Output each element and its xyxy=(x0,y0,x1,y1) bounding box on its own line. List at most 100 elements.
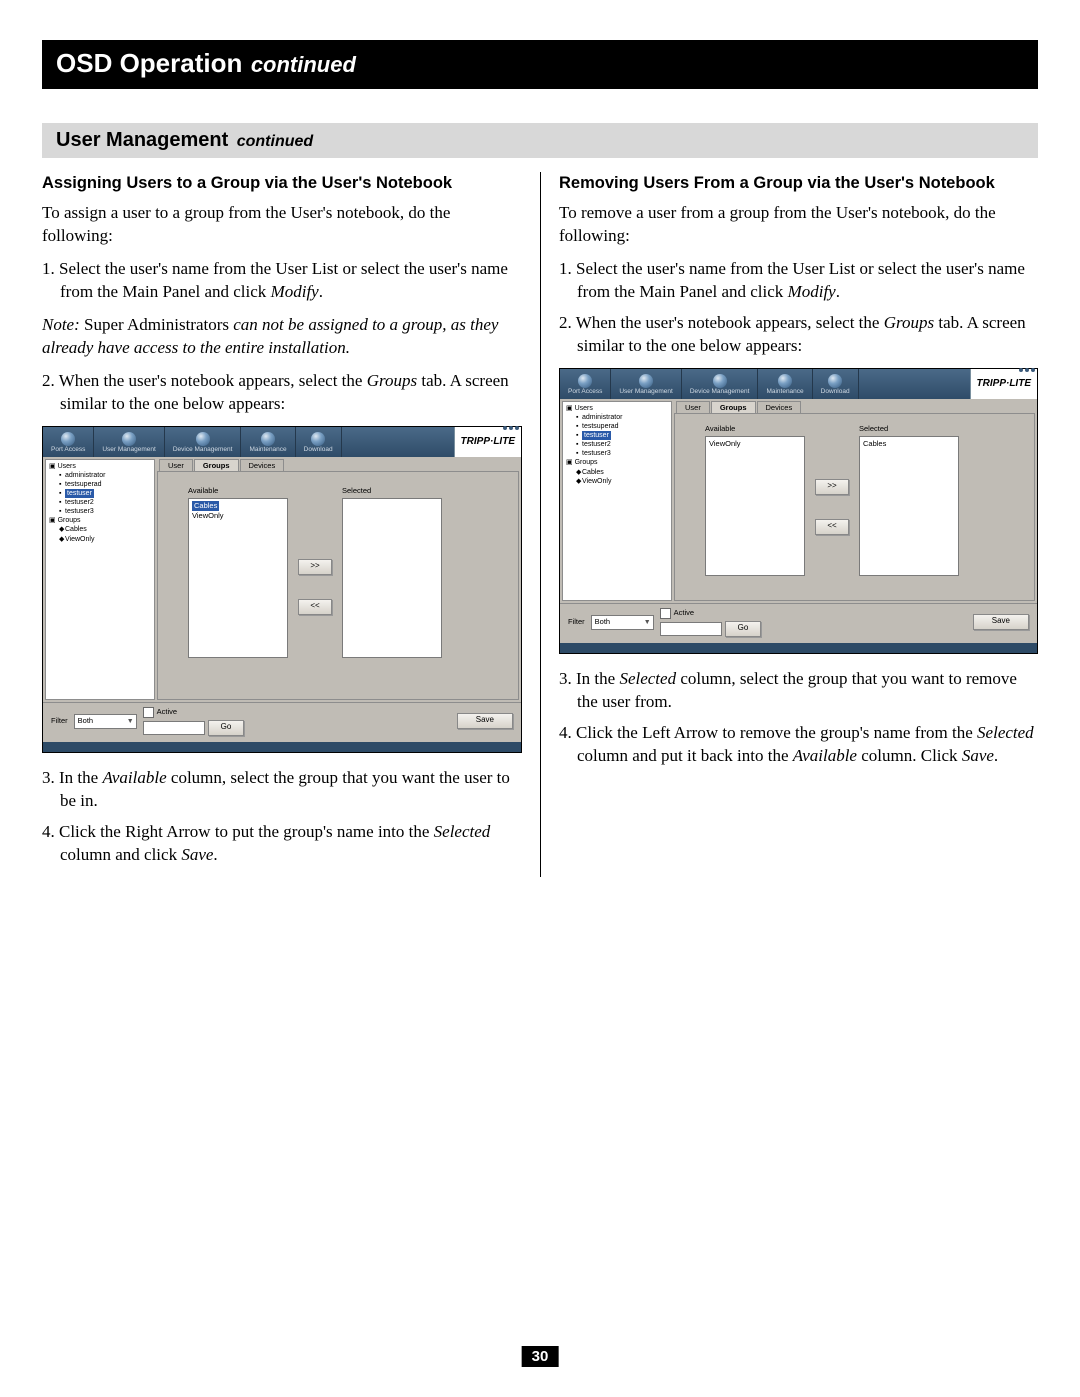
main-header-title: OSD Operation xyxy=(56,48,242,78)
left-section-heading: Assigning Users to a Group via the User'… xyxy=(42,172,522,194)
right-step-3: 3. In the Selected column, select the gr… xyxy=(559,668,1038,714)
tree-group-item[interactable]: ◆ViewOnly xyxy=(49,535,151,544)
available-label: Available xyxy=(705,424,805,434)
page-number: 30 xyxy=(522,1346,559,1367)
screenshot-assign: Port Access User Management Device Manag… xyxy=(42,426,522,753)
orb-icon xyxy=(639,374,653,388)
tree-user-item[interactable]: ▪administrator xyxy=(566,413,668,422)
ss-tree[interactable]: ▣ Users ▪administrator ▪testsuperad ▪tes… xyxy=(562,401,672,601)
move-right-button[interactable]: >> xyxy=(298,559,332,575)
ss-tree[interactable]: ▣ Users ▪administrator ▪testsuperad ▪tes… xyxy=(45,459,155,700)
move-right-button[interactable]: >> xyxy=(815,479,849,495)
save-button[interactable]: Save xyxy=(973,614,1029,630)
ss-filter-bar: Filter Both▼ Active Go S xyxy=(560,603,1037,643)
nav-tab-device-management[interactable]: Device Management xyxy=(165,427,242,457)
document-page: OSD Operation continued User Management … xyxy=(0,0,1080,1397)
tree-user-item[interactable]: ▪testsuperad xyxy=(49,480,151,489)
tree-user-item[interactable]: ▪testuser2 xyxy=(566,440,668,449)
tree-user-item[interactable]: ▪testuser2 xyxy=(49,498,151,507)
arrow-buttons: >> << xyxy=(298,559,332,615)
left-step-3: 3. In the Available column, select the g… xyxy=(42,767,522,813)
left-step-2: 2. When the user's notebook appears, sel… xyxy=(42,370,522,416)
tree-user-item[interactable]: ▪testuser3 xyxy=(49,507,151,516)
ss-filter-bar: Filter Both▼ Active Go S xyxy=(43,702,521,742)
ss-main: User Groups Devices Available ViewOnly xyxy=(674,401,1035,601)
available-listbox[interactable]: Cables ViewOnly xyxy=(188,498,288,658)
tree-groups-root[interactable]: ▣ Groups xyxy=(566,458,668,467)
brand-logo: TRIPP·LITE xyxy=(454,427,521,457)
active-checkbox[interactable] xyxy=(143,707,154,718)
selected-column: Selected xyxy=(342,486,442,658)
nav-tab-port-access[interactable]: Port Access xyxy=(43,427,94,457)
list-item: Cables xyxy=(863,439,955,449)
left-step-4: 4. Click the Right Arrow to put the grou… xyxy=(42,821,522,867)
go-button[interactable]: Go xyxy=(725,621,762,637)
save-button[interactable]: Save xyxy=(457,713,513,729)
orb-icon xyxy=(578,374,592,388)
nav-tab-maintenance[interactable]: Maintenance xyxy=(758,369,812,399)
left-ordered-list-2: 2. When the user's notebook appears, sel… xyxy=(42,370,522,416)
nav-tab-port-access[interactable]: Port Access xyxy=(560,369,611,399)
main-header: OSD Operation continued xyxy=(42,40,1038,89)
arrow-buttons: >> << xyxy=(815,479,849,535)
filter-text-input[interactable] xyxy=(143,721,205,735)
active-label: Active xyxy=(674,608,694,618)
move-left-button[interactable]: << xyxy=(815,519,849,535)
right-step-2: 2. When the user's notebook appears, sel… xyxy=(559,312,1038,358)
two-column-layout: Assigning Users to a Group via the User'… xyxy=(42,172,1038,877)
tree-user-item-selected[interactable]: ▪testuser xyxy=(49,489,151,498)
selected-listbox[interactable]: Cables xyxy=(859,436,959,576)
filter-label: Filter xyxy=(51,716,68,726)
list-item: ViewOnly xyxy=(709,439,801,449)
right-step-1: 1. Select the user's name from the User … xyxy=(559,258,1038,304)
ss-main: User Groups Devices Available Cables Vie… xyxy=(157,459,519,700)
tree-user-item[interactable]: ▪testsuperad xyxy=(566,422,668,431)
left-ordered-list: 1. Select the user's name from the User … xyxy=(42,258,522,304)
tree-user-item-selected[interactable]: ▪testuser xyxy=(566,431,668,440)
ss-body: ▣ Users ▪administrator ▪testsuperad ▪tes… xyxy=(43,457,521,702)
filter-select[interactable]: Both▼ xyxy=(74,714,137,729)
active-checkbox[interactable] xyxy=(660,608,671,619)
left-column: Assigning Users to a Group via the User'… xyxy=(42,172,540,877)
selected-label: Selected xyxy=(859,424,959,434)
right-intro: To remove a user from a group from the U… xyxy=(559,202,1038,248)
available-label: Available xyxy=(188,486,288,496)
tree-user-item[interactable]: ▪administrator xyxy=(49,471,151,480)
nav-tab-maintenance[interactable]: Maintenance xyxy=(241,427,295,457)
filter-text-input[interactable] xyxy=(660,622,722,636)
sub-header-continued: continued xyxy=(237,133,313,150)
orb-icon xyxy=(828,374,842,388)
chevron-down-icon: ▼ xyxy=(644,618,651,627)
screenshot-remove: Port Access User Management Device Manag… xyxy=(559,368,1038,654)
list-item-selected: Cables xyxy=(192,501,284,511)
nav-tab-download[interactable]: Download xyxy=(813,369,859,399)
tree-users-root[interactable]: ▣ Users xyxy=(49,462,151,471)
right-ordered-list: 1. Select the user's name from the User … xyxy=(559,258,1038,358)
list-item: ViewOnly xyxy=(192,511,284,521)
right-section-heading: Removing Users From a Group via the User… xyxy=(559,172,1038,194)
filter-select[interactable]: Both▼ xyxy=(591,615,654,630)
active-label: Active xyxy=(157,707,177,717)
nav-tab-user-management[interactable]: User Management xyxy=(611,369,681,399)
tree-group-item[interactable]: ◆Cables xyxy=(566,468,668,477)
nav-tab-device-management[interactable]: Device Management xyxy=(682,369,759,399)
left-step-1: 1. Select the user's name from the User … xyxy=(42,258,522,304)
selected-listbox[interactable] xyxy=(342,498,442,658)
nav-tab-download[interactable]: Download xyxy=(296,427,342,457)
ss-body: ▣ Users ▪administrator ▪testsuperad ▪tes… xyxy=(560,399,1037,603)
tree-user-item[interactable]: ▪testuser3 xyxy=(566,449,668,458)
orb-icon xyxy=(261,432,275,446)
tree-group-item[interactable]: ◆ViewOnly xyxy=(566,477,668,486)
right-column: Removing Users From a Group via the User… xyxy=(540,172,1038,877)
tree-group-item[interactable]: ◆Cables xyxy=(49,525,151,534)
go-button[interactable]: Go xyxy=(208,720,245,736)
ss-top-nav: Port Access User Management Device Manag… xyxy=(560,369,1037,399)
move-left-button[interactable]: << xyxy=(298,599,332,615)
tree-users-root[interactable]: ▣ Users xyxy=(566,404,668,413)
tree-groups-root[interactable]: ▣ Groups xyxy=(49,516,151,525)
available-listbox[interactable]: ViewOnly xyxy=(705,436,805,576)
nav-tab-user-management[interactable]: User Management xyxy=(94,427,164,457)
filter-label: Filter xyxy=(568,617,585,627)
ss-top-nav: Port Access User Management Device Manag… xyxy=(43,427,521,457)
orb-icon xyxy=(778,374,792,388)
